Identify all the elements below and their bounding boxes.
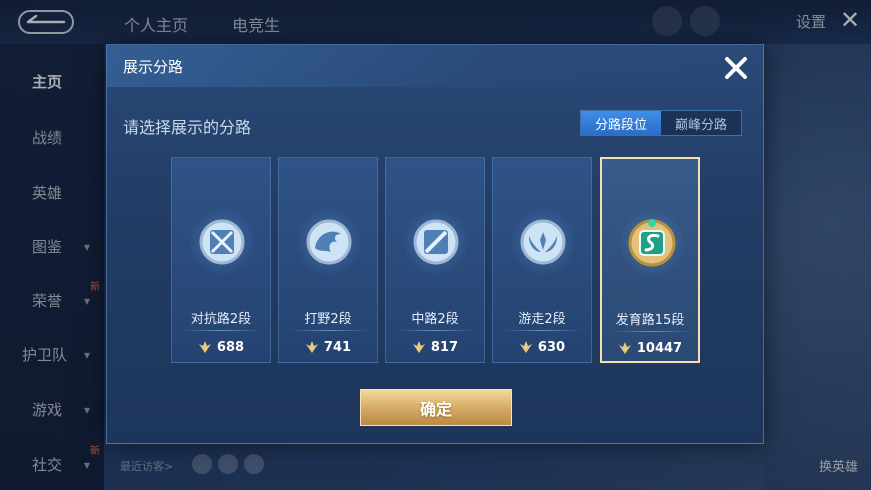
divider [182, 330, 262, 331]
divider [396, 330, 476, 331]
score-row: 688 [172, 336, 270, 358]
lane-score: 630 [537, 339, 566, 355]
lane-mode-toggle: 分路段位 巅峰分路 [580, 110, 742, 136]
score-icon [198, 341, 212, 353]
lane-card-top[interactable]: 对抗路2段 688 [171, 157, 271, 363]
lane-rank-label: 打野2段 [304, 312, 352, 327]
toggle-peak-lane[interactable]: 巅峰分路 [661, 111, 741, 135]
score-row: 10447 [602, 337, 698, 359]
lane-card-mid[interactable]: 中路2段 817 [385, 157, 485, 363]
lane-card-farm[interactable]: 发育路15段 10447 [600, 157, 700, 363]
divider [503, 330, 583, 331]
score-row: 630 [493, 336, 591, 358]
score-icon [305, 341, 319, 353]
dialog-header [107, 45, 763, 87]
jungle-dragon-icon [297, 210, 361, 274]
mid-lane-icon [404, 210, 468, 274]
lane-cards: 对抗路2段 688 打野2段 741 中路2段 817 游走2段 630 发育路… [171, 157, 703, 365]
close-icon [725, 57, 747, 79]
score-icon [618, 342, 632, 354]
score-icon [412, 341, 426, 353]
divider [612, 331, 692, 332]
close-button[interactable] [721, 53, 751, 83]
dialog-prompt: 请选择展示的分路 [123, 118, 252, 137]
lane-score: 817 [430, 339, 459, 355]
lane-rank-label: 中路2段 [411, 312, 459, 327]
sword-lane-icon [190, 210, 254, 274]
lane-card-roam[interactable]: 游走2段 630 [492, 157, 592, 363]
lane-score: 688 [216, 339, 245, 355]
lane-score: 10447 [636, 340, 683, 356]
divider [289, 330, 369, 331]
score-icon [519, 341, 533, 353]
farm-lane-icon [620, 211, 684, 275]
toggle-lane-rank[interactable]: 分路段位 [581, 111, 661, 135]
lane-rank-label: 游走2段 [518, 312, 566, 327]
lane-rank-label: 对抗路2段 [190, 312, 252, 327]
roam-wings-icon [511, 210, 575, 274]
lane-rank-label: 发育路15段 [615, 313, 685, 328]
show-lane-dialog: 展示分路 请选择展示的分路 分路段位 巅峰分路 对抗路2段 688 打野2段 7… [106, 44, 764, 444]
dialog-title: 展示分路 [123, 58, 184, 76]
lane-card-jungle[interactable]: 打野2段 741 [278, 157, 378, 363]
score-row: 741 [279, 336, 377, 358]
confirm-button[interactable]: 确定 [360, 389, 512, 426]
score-row: 817 [386, 336, 484, 358]
lane-score: 741 [323, 339, 352, 355]
